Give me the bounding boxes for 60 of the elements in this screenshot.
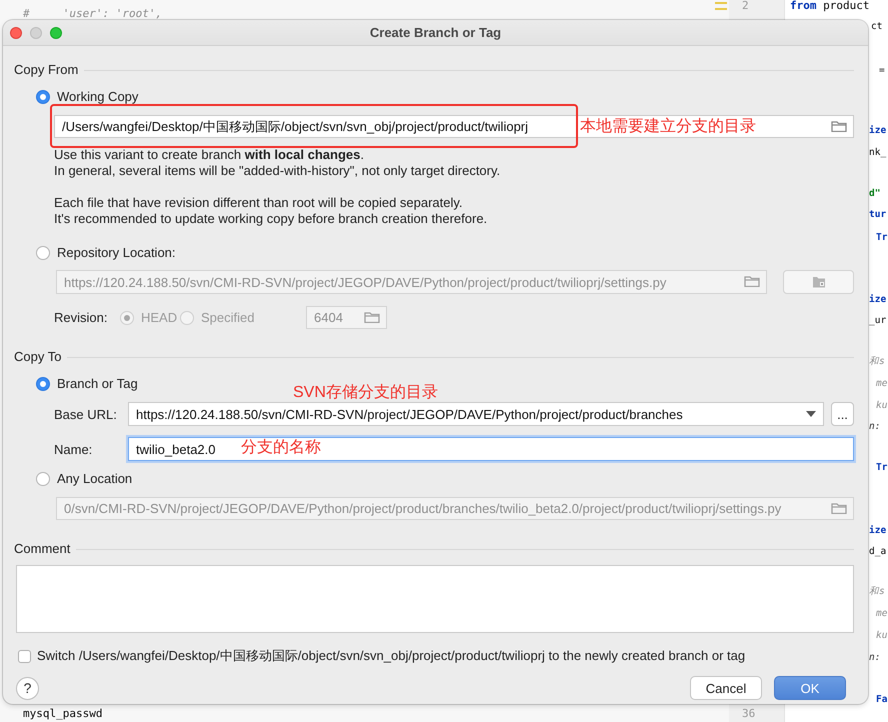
section-heading: Copy To: [14, 349, 62, 365]
code-line: Tr: [876, 462, 888, 473]
code-line: ku: [876, 630, 888, 641]
code-line: mysql_passwd: [23, 706, 104, 722]
url-combobox[interactable]: https://120.24.188.50/svn/CMI-RD-SVN/project/JEGOP/DAVE/Python/project/product/branches: [128, 402, 824, 426]
code-line: tur: [869, 209, 886, 220]
window-title: Create Branch or Tag: [370, 25, 502, 40]
section-heading: Copy From: [14, 62, 78, 78]
comment-field[interactable]: [16, 565, 854, 633]
description-text: In general, several items will be "added-with-history", not only target directory.: [54, 163, 502, 179]
code-line: d": [869, 188, 880, 199]
close-button[interactable]: [10, 26, 22, 38]
browse-button[interactable]: ...: [831, 402, 854, 426]
description-text: It's recommended to update working copy before branch creation therefore.: [54, 211, 488, 227]
code-line: ize: [869, 294, 886, 305]
radio-button[interactable]: Repository Location:: [36, 245, 176, 261]
code-line: Fa: [876, 694, 888, 705]
folder-icon: [812, 276, 826, 288]
line-number: 2: [742, 0, 750, 14]
line-number: 36: [742, 706, 756, 722]
annotation-text: 本地需要建立分支的目录: [580, 117, 756, 137]
field-label: Revision:: [54, 310, 108, 325]
description-text: Use this variant to create branch with local changes.: [54, 147, 365, 163]
code-line: 和s: [869, 586, 885, 597]
dropdown-arrow-icon[interactable]: [806, 411, 816, 417]
code-line: 和s: [869, 356, 885, 367]
code-line: =: [879, 65, 885, 76]
annotation-text: SVN存储分支的目录: [293, 383, 438, 403]
code-line: _ur: [869, 315, 886, 326]
code-line: n:: [869, 652, 880, 663]
annotation-text: 分支的名称: [241, 438, 321, 458]
code-line: # 'user': 'root',: [23, 6, 164, 22]
code-line: d_a: [869, 546, 886, 557]
code-line: from product: [790, 0, 870, 12]
code-line: ku: [876, 400, 888, 411]
code-line: me: [876, 378, 888, 389]
description-text: Each file that have revision different than root will be copied separately.: [54, 195, 464, 211]
radio-button[interactable]: Working Copy: [36, 89, 138, 105]
code-line: ct: [871, 21, 882, 32]
radio-button[interactable]: Branch or Tag: [36, 376, 138, 392]
radio-button[interactable]: Any Location: [36, 471, 132, 487]
section-heading: Comment: [14, 541, 70, 557]
code-line: ize: [869, 125, 886, 136]
help-button[interactable]: ?: [16, 676, 39, 700]
folder-icon[interactable]: [831, 502, 847, 514]
folder-icon[interactable]: [364, 311, 380, 323]
code-line: ize: [869, 525, 886, 536]
folder-icon[interactable]: [744, 275, 760, 287]
field-label: Base URL:: [54, 406, 118, 422]
folder-icon[interactable]: [831, 120, 847, 132]
field-label: Name:: [54, 442, 94, 456]
code-line: Tr: [876, 232, 888, 243]
cancel-button[interactable]: Cancel: [690, 676, 762, 700]
checkbox[interactable]: Switch /Users/wangfei/Desktop/中国移动国际/object/svn/svn_obj/project/product/twilioprj to the newly created branch or tag: [18, 647, 746, 665]
code-line: nk_: [869, 147, 886, 158]
zoom-button[interactable]: [50, 26, 62, 38]
minimize-button[interactable]: [30, 26, 42, 38]
code-line: n:: [869, 421, 880, 432]
code-line: me: [876, 608, 888, 619]
browse-button[interactable]: [783, 270, 854, 294]
